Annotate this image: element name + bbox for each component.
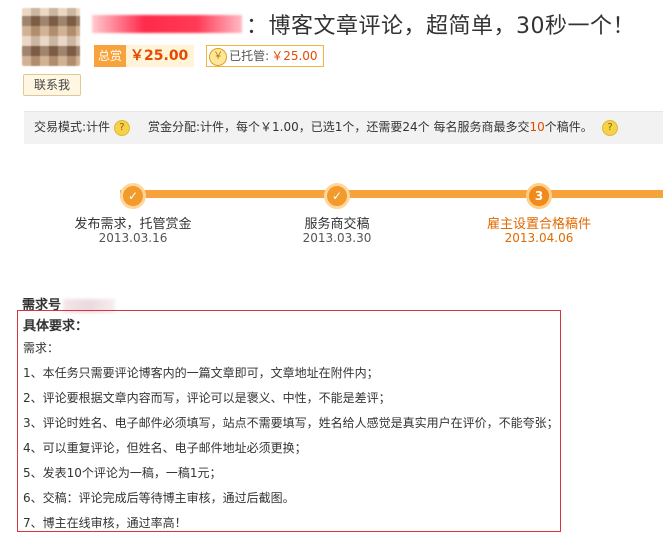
step-2-date: 2013.03.30 bbox=[302, 231, 372, 245]
step-1-check-icon: ✓ bbox=[120, 183, 146, 209]
total-bounty-amount: ￥25.00 bbox=[126, 45, 195, 67]
step-2-check-icon: ✓ bbox=[324, 183, 350, 209]
progress-track bbox=[120, 190, 663, 198]
requirement-item-3: 3、评论时姓名、电子邮件必须填写，站点不需要填写，姓名给人感觉是真实用户在评价，… bbox=[23, 416, 559, 430]
step-3-number-icon: 3 bbox=[526, 183, 552, 209]
requirements-box: 具体要求： 需求： 1、本任务只需要评论博客内的一篇文章即可，文章地址在附件内；… bbox=[17, 310, 561, 532]
requirement-item-5: 5、发表10个评论为一稿，一稿1元； bbox=[23, 466, 222, 480]
reward-max-count: 10 bbox=[529, 120, 545, 134]
requirement-item-2: 2、评论要根据文章内容而写，评论可以是褒义、中性，不能是差评； bbox=[23, 391, 391, 405]
trade-mode-bar: 交易模式:计件 ? 赏金分配:计件，每个￥1.00，已选1个，还需要24个 每名… bbox=[24, 111, 663, 144]
employer-avatar[interactable] bbox=[22, 8, 80, 66]
hosted-badge: ￥ 已托管: ￥25.00 bbox=[206, 45, 324, 67]
bounty-row: 总赏 ￥25.00 ￥ 已托管: ￥25.00 bbox=[94, 45, 324, 67]
contact-me-button[interactable]: 联系我 bbox=[23, 74, 81, 96]
step-2-label: 服务商交稿 bbox=[304, 217, 370, 232]
requirement-item-1: 1、本任务只需要评论博客内的一篇文章即可，文章地址在附件内； bbox=[23, 366, 379, 380]
trade-mode-help-icon[interactable]: ? bbox=[113, 119, 130, 136]
trade-mode-label: 交易模式: bbox=[34, 120, 87, 134]
redacted-employer-name bbox=[92, 15, 242, 33]
hosted-amount: ￥25.00 bbox=[271, 49, 318, 63]
step-1-date: 2013.03.16 bbox=[98, 231, 168, 245]
step-1-label: 发布需求，托管赏金 bbox=[74, 217, 192, 232]
yen-coin-icon: ￥ bbox=[209, 47, 228, 66]
step-3-date: 2013.04.06 bbox=[504, 231, 574, 245]
step-3-label: 雇主设置合格稿件 bbox=[486, 217, 591, 232]
task-title-row: ：博客文章评论，超简单，30秒一个！ bbox=[92, 8, 635, 42]
trade-mode-value: 计件 bbox=[86, 120, 111, 134]
task-title: ：博客文章评论，超简单，30秒一个！ bbox=[246, 14, 635, 39]
reward-allocation-label: 赏金分配: bbox=[148, 120, 201, 134]
requirement-item-4: 4、可以重复评论，但姓名、电子邮件地址必须更换； bbox=[23, 441, 307, 455]
requirements-intro: 需求： bbox=[23, 341, 60, 355]
requirement-item-6: 6、交稿：评论完成后等待博主审核，通过后截图。 bbox=[23, 491, 295, 505]
requirements-title: 具体要求： bbox=[23, 319, 89, 334]
hosted-label: 已托管: bbox=[229, 49, 270, 63]
reward-help-icon[interactable]: ? bbox=[602, 119, 618, 136]
reward-allocation-suffix: 个稿件。 bbox=[544, 120, 593, 134]
reward-allocation-text: 计件，每个￥1.00，已选1个，还需要24个 每名服务商最多交 bbox=[200, 120, 530, 134]
total-bounty-label: 总赏 bbox=[94, 45, 127, 67]
requirement-item-7: 7、博主在线审核，通过率高！ bbox=[23, 516, 187, 530]
